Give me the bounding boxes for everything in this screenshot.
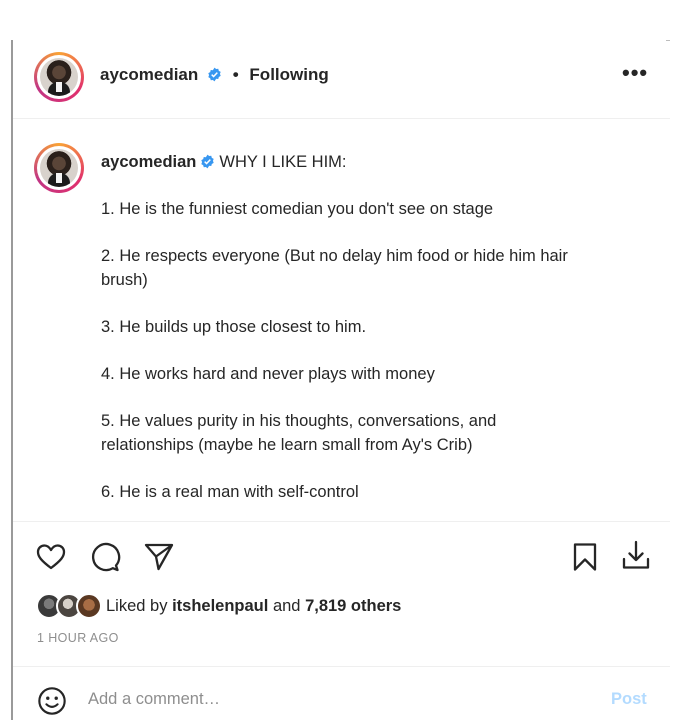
heart-icon[interactable] [35, 541, 67, 573]
header-divider [13, 118, 670, 119]
header-separator: • [232, 65, 239, 84]
comment-input[interactable] [88, 690, 568, 709]
liked-by-prefix: Liked by [106, 597, 168, 615]
liker-avatar [76, 593, 102, 619]
bookmark-icon[interactable] [569, 541, 601, 573]
post-comment-button[interactable]: Post [611, 690, 647, 709]
caption-point-1: 1. He is the funniest comedian you don't… [101, 200, 494, 218]
post-caption: aycomedian WHY I LIKE HIM: 1. He is the … [101, 150, 641, 504]
caption-point-2-continued: brush) [101, 271, 148, 289]
share-icon[interactable] [143, 541, 175, 573]
likes-text: Liked by itshelenpaul and 7,819 others [106, 597, 401, 616]
post-header: aycomedian • Following ••• [13, 50, 670, 118]
caption-username[interactable]: aycomedian [101, 153, 196, 171]
caption-headline-row: aycomedian WHY I LIKE HIM: [101, 150, 641, 174]
action-bar [13, 535, 670, 581]
caption-point-6: 6. He is a real man with self-control [101, 483, 359, 501]
author-username[interactable]: aycomedian [100, 65, 198, 84]
caption-point-3: 3. He builds up those closest to him. [101, 318, 367, 336]
caption-divider [13, 521, 670, 522]
author-avatar[interactable] [34, 52, 84, 102]
window-right-edge [666, 40, 670, 41]
download-icon[interactable] [620, 539, 652, 571]
post-timestamp[interactable]: 1 HOUR AGO [37, 631, 119, 645]
emoji-icon[interactable] [37, 686, 67, 716]
likes-count-link[interactable]: 7,819 others [305, 597, 401, 615]
caption-point-5-continued: relationships (maybe he learn small from… [101, 436, 473, 454]
comment-divider [13, 666, 670, 667]
caption-headline: WHY I LIKE HIM: [219, 153, 347, 171]
window-left-edge [11, 40, 13, 720]
caption-point-4: 4. He works hard and never plays with mo… [101, 365, 435, 383]
more-options-icon[interactable]: ••• [622, 58, 650, 88]
verified-badge-icon [201, 154, 215, 169]
following-button[interactable]: Following [249, 65, 328, 84]
likes-conjunction: and [272, 597, 301, 615]
caption-avatar[interactable] [34, 143, 84, 193]
comment-bar: Post [13, 672, 670, 717]
top-liker-link[interactable]: itshelenpaul [172, 597, 268, 615]
header-text: aycomedian • Following [100, 65, 329, 85]
verified-badge-icon [208, 67, 221, 82]
caption-point-5: 5. He values purity in his thoughts, con… [101, 412, 497, 430]
caption-point-2: 2. He respects everyone (But no delay hi… [101, 247, 568, 265]
comment-icon[interactable] [89, 541, 121, 573]
